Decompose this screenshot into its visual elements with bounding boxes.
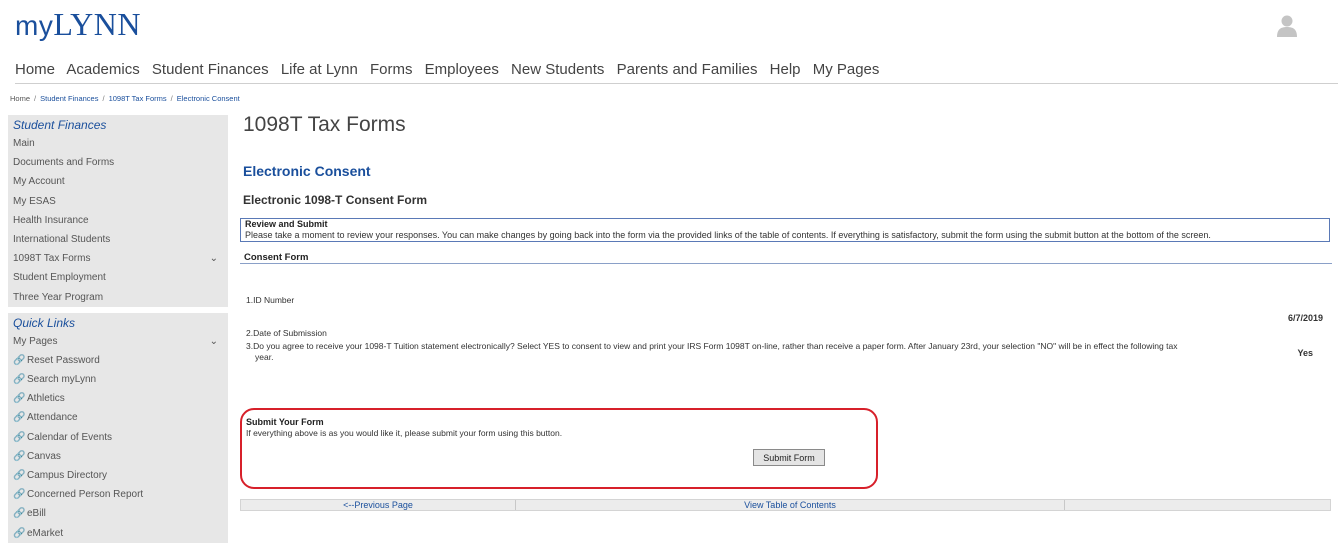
- quick-link-label: eBill: [27, 508, 46, 520]
- nav-parents-and-families[interactable]: Parents and Families: [617, 61, 758, 78]
- quick-link-label: Campus Directory: [27, 470, 108, 481]
- sidebar-item-international-students[interactable]: International Students: [8, 230, 228, 249]
- link-icon: 🔗: [13, 374, 26, 386]
- sidebar-item-student-employment[interactable]: Student Employment: [8, 268, 228, 287]
- quick-link-canvas[interactable]: 🔗 Canvas: [8, 447, 228, 466]
- breadcrumb-student-finances[interactable]: Student Finances: [40, 94, 98, 103]
- quick-link-label: Canvas: [27, 450, 61, 462]
- link-icon: 🔗: [13, 354, 26, 366]
- question-consent-text: 3.Do you agree to receive your 1098-T Tu…: [246, 341, 1178, 351]
- breadcrumb-home[interactable]: Home: [10, 94, 30, 103]
- link-icon: 🔗: [13, 393, 26, 405]
- link-icon: 🔗: [13, 527, 26, 539]
- submit-form-button[interactable]: Submit Form: [753, 449, 825, 466]
- consent-form-label: Consent Form: [244, 252, 309, 263]
- nav-my-pages[interactable]: My Pages: [813, 61, 880, 78]
- nav-forms[interactable]: Forms: [370, 61, 413, 78]
- quick-link-search-mylynn[interactable]: 🔗 Search myLynn: [8, 370, 228, 389]
- quick-links-menu: Quick Links My Pages ⌄ 🔗 Reset Password 🔗…: [8, 312, 228, 543]
- sidebar-item-my-pages[interactable]: My Pages ⌄: [8, 332, 228, 351]
- nav-academics[interactable]: Academics: [66, 61, 139, 78]
- quick-link-concerned-person-report[interactable]: 🔗 Concerned Person Report: [8, 485, 228, 504]
- mylynn-logo[interactable]: myLYNN: [15, 6, 141, 43]
- quick-link-label: Calendar of Events: [27, 431, 113, 443]
- student-finances-menu: Student Finances Main Documents and Form…: [8, 115, 228, 307]
- user-icon[interactable]: [1276, 14, 1298, 38]
- question-id-number: 1.ID Number: [246, 295, 295, 305]
- link-icon: 🔗: [13, 508, 26, 520]
- quick-link-athletics[interactable]: 🔗 Athletics: [8, 389, 228, 408]
- breadcrumb-separator: /: [34, 94, 37, 103]
- quick-link-attendance[interactable]: 🔗 Attendance: [8, 408, 228, 427]
- submit-heading: Submit Your Form: [246, 417, 324, 427]
- review-instructions: Please take a moment to review your resp…: [245, 230, 1211, 240]
- quick-link-reset-password[interactable]: 🔗 Reset Password: [8, 351, 228, 370]
- quick-link-label: Reset Password: [27, 354, 100, 366]
- quick-link-label: Concerned Person Report: [27, 489, 144, 501]
- form-title: Electronic 1098-T Consent Form: [243, 193, 428, 207]
- next-page-cell: [1065, 500, 1330, 510]
- question-date-of-submission: 2.Date of Submission: [246, 328, 327, 338]
- top-navigation: Home Academics Student Finances Life at …: [15, 61, 1338, 84]
- sidebar-item-label: 1098T Tax Forms: [13, 253, 91, 265]
- section-title: Electronic Consent: [243, 163, 371, 179]
- nav-new-students[interactable]: New Students: [511, 61, 604, 78]
- breadcrumb-separator: /: [170, 94, 173, 103]
- sidebar-item-health-insurance[interactable]: Health Insurance: [8, 211, 228, 230]
- chevron-down-icon[interactable]: ⌄: [210, 249, 218, 268]
- sidebar-item-documents-and-forms[interactable]: Documents and Forms: [8, 153, 228, 172]
- sidebar-item-main[interactable]: Main: [8, 134, 228, 153]
- link-icon: 🔗: [13, 470, 26, 481]
- review-and-submit-panel: Review and Submit Please take a moment t…: [240, 218, 1330, 242]
- chevron-down-icon[interactable]: ⌄: [210, 332, 218, 351]
- quick-link-campus-directory[interactable]: 🔗 Campus Directory: [8, 466, 228, 485]
- breadcrumb-separator: /: [102, 94, 105, 103]
- quick-link-label: Search myLynn: [27, 374, 97, 386]
- breadcrumb-1098t-tax-forms[interactable]: 1098T Tax Forms: [109, 94, 167, 103]
- submit-instructions: If everything above is as you would like…: [246, 428, 563, 438]
- quick-link-label: Attendance: [27, 412, 78, 424]
- sidebar-item-my-account[interactable]: My Account: [8, 172, 228, 191]
- previous-page-link[interactable]: <--Previous Page: [241, 500, 516, 510]
- question-consent: 3.Do you agree to receive your 1098-T Tu…: [246, 341, 1306, 363]
- quick-links-heading[interactable]: Quick Links: [8, 313, 228, 332]
- question-consent-text-cont: year.: [255, 352, 274, 362]
- breadcrumb-electronic-consent[interactable]: Electronic Consent: [177, 94, 240, 103]
- sidebar-item-label: My Pages: [13, 335, 58, 347]
- link-icon: 🔗: [13, 412, 26, 424]
- page-title: 1098T Tax Forms: [243, 113, 406, 136]
- quick-link-ebill[interactable]: 🔗 eBill: [8, 504, 228, 523]
- nav-employees[interactable]: Employees: [425, 61, 499, 78]
- view-table-of-contents-link[interactable]: View Table of Contents: [516, 500, 1065, 510]
- form-navigation-bar: <--Previous Page View Table of Contents: [240, 499, 1331, 511]
- quick-link-label: eMarket: [27, 527, 64, 539]
- sidebar: Student Finances Main Documents and Form…: [8, 115, 228, 549]
- link-icon: 🔗: [13, 450, 26, 462]
- link-icon: 🔗: [13, 431, 26, 443]
- quick-link-emarket[interactable]: 🔗 eMarket: [8, 524, 228, 543]
- logo-my: my: [15, 10, 54, 41]
- link-icon: 🔗: [13, 489, 26, 501]
- breadcrumb: Home / Student Finances/1098T Tax Forms / El…: [10, 94, 240, 103]
- student-finances-heading[interactable]: Student Finances: [8, 115, 228, 134]
- sidebar-item-1098t-tax-forms[interactable]: 1098T Tax Forms ⌄: [8, 249, 228, 268]
- logo-lynn: LYNN: [53, 6, 141, 42]
- sidebar-item-three-year-program[interactable]: Three Year Program: [8, 288, 228, 307]
- nav-life-at-lynn[interactable]: Life at Lynn: [281, 61, 358, 78]
- sidebar-item-my-esas[interactable]: My ESAS: [8, 192, 228, 211]
- nav-student-finances[interactable]: Student Finances: [152, 61, 269, 78]
- divider: [240, 263, 1332, 264]
- answer-date-of-submission: 6/7/2019: [1287, 313, 1323, 323]
- quick-link-calendar-of-events[interactable]: 🔗 Calendar of Events: [8, 428, 228, 447]
- nav-home[interactable]: Home: [15, 61, 55, 78]
- nav-help[interactable]: Help: [770, 61, 801, 78]
- quick-link-label: Athletics: [27, 393, 65, 405]
- review-heading: Review and Submit: [245, 219, 328, 229]
